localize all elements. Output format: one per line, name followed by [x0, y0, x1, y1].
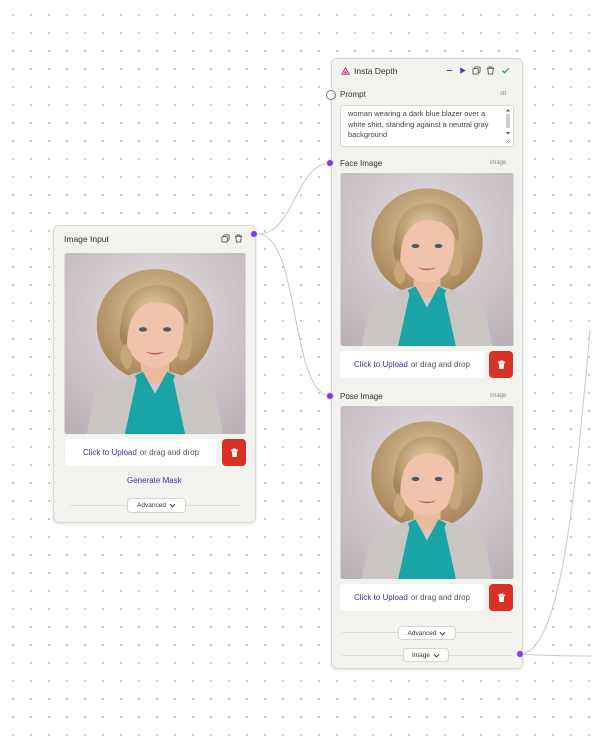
wire-image-to-face — [257, 162, 332, 235]
drag-drop-text: or drag and drop — [410, 360, 470, 369]
insta-depth-node[interactable]: Insta Depth Prompt str woman wearing a d… — [331, 58, 523, 669]
advanced-toggle[interactable]: Advanced — [127, 498, 186, 513]
face-image-input-port[interactable] — [326, 159, 334, 167]
face-image-type: image — [490, 160, 507, 166]
click-to-upload-link[interactable]: Click to Upload — [354, 593, 408, 602]
trash-icon — [497, 360, 505, 369]
image-input-output-port[interactable] — [250, 230, 258, 238]
check-icon[interactable] — [501, 66, 510, 75]
generate-mask-button[interactable]: Generate Mask — [127, 476, 182, 485]
node-title: Image Input — [64, 234, 109, 244]
drag-drop-text: or drag and drop — [139, 448, 199, 457]
node-title: Insta Depth — [354, 66, 398, 76]
face-delete-button[interactable] — [489, 351, 513, 378]
pose-image-label: Pose Image — [340, 392, 383, 401]
wire-output-right — [519, 329, 591, 655]
pose-delete-button[interactable] — [489, 584, 513, 611]
upload-dropzone[interactable]: Click to Upload or drag and drop — [65, 439, 217, 466]
pose-image-preview — [340, 406, 514, 579]
chevron-down-icon — [439, 631, 446, 636]
pose-image-input-port[interactable] — [326, 392, 334, 400]
click-to-upload-link[interactable]: Click to Upload — [354, 360, 408, 369]
input-image-preview — [64, 253, 246, 434]
wire-image-to-pose — [257, 233, 332, 397]
prompt-text: woman wearing a dark blue blazer over a … — [348, 109, 489, 139]
textarea-scrollbar[interactable] — [505, 108, 511, 144]
face-image-label: Face Image — [340, 159, 383, 168]
prompt-label: Prompt — [340, 90, 366, 99]
copy-icon[interactable] — [221, 234, 230, 243]
pose-image-type: image — [490, 393, 507, 399]
image-output-port[interactable] — [516, 650, 524, 658]
prompt-type: str — [500, 91, 507, 97]
trash-icon[interactable] — [486, 66, 495, 75]
pose-upload-dropzone[interactable]: Click to Upload or drag and drop — [340, 584, 484, 611]
advanced-label: Advanced — [137, 502, 166, 509]
advanced-toggle[interactable]: Advanced — [398, 626, 456, 640]
wire-output-right-2 — [519, 653, 592, 657]
chevron-down-icon — [169, 503, 176, 508]
output-type-select[interactable]: Image — [403, 648, 449, 662]
trash-icon[interactable] — [234, 234, 243, 243]
play-icon[interactable] — [458, 66, 467, 75]
chevron-down-icon — [433, 653, 440, 658]
drag-drop-text: or drag and drop — [410, 593, 470, 602]
prompt-textarea[interactable]: woman wearing a dark blue blazer over a … — [340, 105, 514, 147]
prompt-input-port[interactable] — [326, 90, 336, 100]
trash-icon — [230, 448, 238, 457]
click-to-upload-link[interactable]: Click to Upload — [83, 448, 137, 457]
copy-icon[interactable] — [472, 66, 481, 75]
output-type-label: Image — [411, 651, 431, 659]
delete-image-button[interactable] — [222, 439, 246, 466]
face-image-preview — [340, 173, 514, 346]
node-logo-icon — [341, 67, 350, 75]
face-upload-dropzone[interactable]: Click to Upload or drag and drop — [340, 351, 484, 378]
image-input-node[interactable]: Image Input Click to Upload or drag and … — [53, 225, 256, 523]
minimize-icon[interactable] — [445, 66, 454, 75]
advanced-label: Advanced — [407, 629, 437, 637]
trash-icon — [497, 593, 505, 602]
